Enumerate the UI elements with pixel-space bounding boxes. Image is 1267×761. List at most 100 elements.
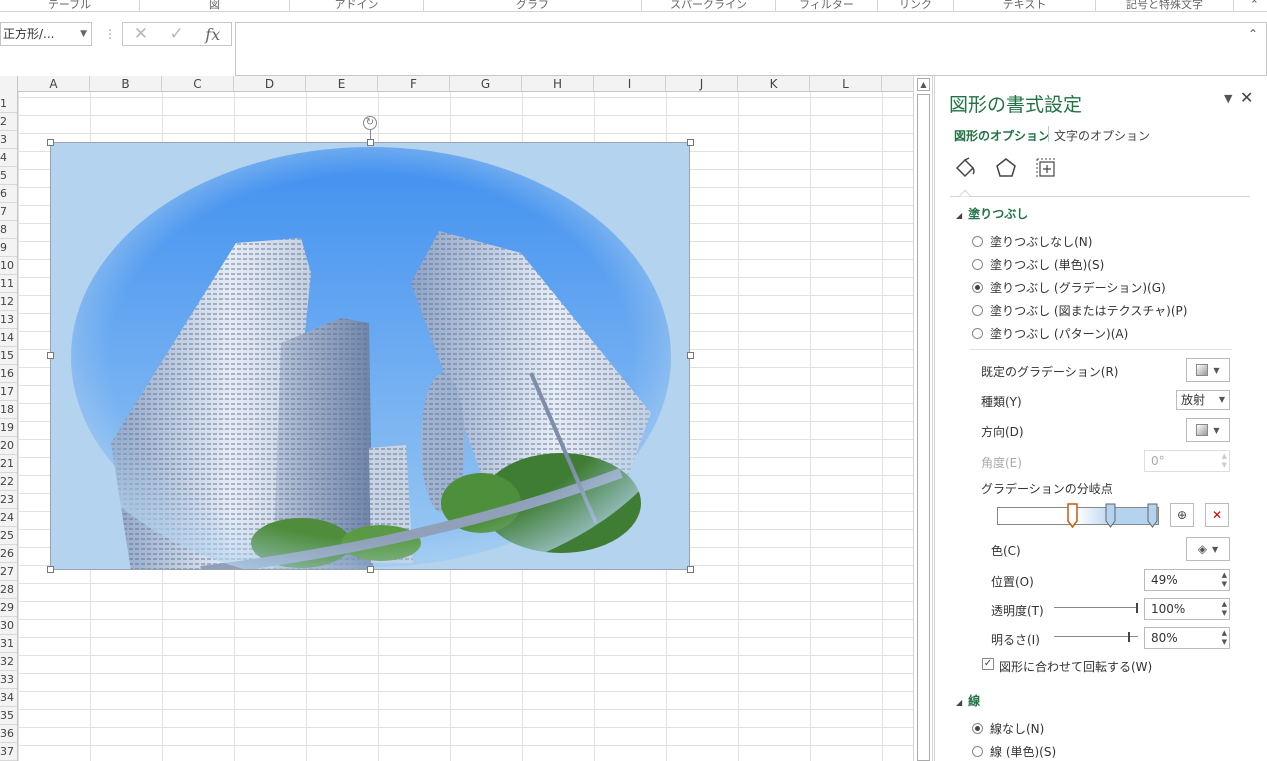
row-header[interactable]: 13 [0, 311, 17, 329]
row-header[interactable]: 17 [0, 383, 17, 401]
radio-button-selected[interactable] [972, 722, 983, 734]
radio-button[interactable] [972, 258, 983, 270]
row-header[interactable]: 34 [0, 689, 17, 707]
column-header[interactable]: I [594, 76, 666, 92]
direction-dropdown[interactable]: ▼ [1186, 418, 1230, 442]
row-header[interactable]: 37 [0, 743, 17, 761]
transparency-slider[interactable] [1054, 603, 1138, 613]
spinner-arrows-icon[interactable]: ▲ ▼ [1222, 629, 1227, 647]
radio-button[interactable] [972, 327, 983, 339]
select-all-corner[interactable] [0, 76, 18, 92]
resize-handle-right[interactable] [687, 352, 694, 359]
row-header[interactable]: 27 [0, 563, 17, 581]
chevron-down-icon[interactable]: ▼ [80, 23, 87, 45]
radio-no-line[interactable]: 線なし(N) [972, 719, 1044, 737]
resize-handle-top[interactable] [367, 139, 374, 146]
row-header[interactable]: 9 [0, 239, 17, 257]
tab-shape-options[interactable]: 図形のオプション [954, 127, 1050, 144]
rotate-handle-icon[interactable]: ↻ [363, 116, 377, 130]
row-header[interactable]: 22 [0, 473, 17, 491]
remove-stop-icon[interactable]: ✕ [1205, 503, 1229, 527]
row-header[interactable]: 12 [0, 293, 17, 311]
transparency-spinner[interactable]: 100% ▲ ▼ [1144, 598, 1230, 620]
add-stop-icon[interactable]: ⊕ [1170, 503, 1194, 527]
row-header[interactable]: 7 [0, 203, 17, 221]
row-header[interactable]: 4 [0, 149, 17, 167]
row-header[interactable]: 21 [0, 455, 17, 473]
resize-handle-top-left[interactable] [47, 139, 54, 146]
row-header[interactable]: 18 [0, 401, 17, 419]
gradient-stop[interactable] [1105, 503, 1116, 528]
spinner-arrows-icon[interactable]: ▲ ▼ [1222, 571, 1227, 589]
gradient-stop[interactable] [1147, 503, 1158, 528]
row-header[interactable]: 29 [0, 599, 17, 617]
row-header[interactable]: 5 [0, 167, 17, 185]
radio-no-fill[interactable]: 塗りつぶしなし(N) [972, 232, 1092, 250]
formula-bar-grip-icon[interactable]: ⋮ [104, 27, 116, 41]
row-header[interactable]: 24 [0, 509, 17, 527]
effects-icon[interactable] [994, 156, 1018, 180]
row-header[interactable]: 10 [0, 257, 17, 275]
fill-section-header[interactable]: ◢ 塗りつぶし [956, 205, 1028, 222]
line-section-header[interactable]: ◢ 線 [956, 692, 980, 709]
name-box[interactable]: 正方形/... ▼ [0, 22, 92, 46]
resize-handle-bottom-left[interactable] [47, 566, 54, 573]
preset-gradient-dropdown[interactable]: ▼ [1186, 358, 1230, 382]
slider-thumb[interactable] [1136, 603, 1138, 613]
radio-picture-fill[interactable]: 塗りつぶし (図またはテクスチャ)(P) [972, 301, 1187, 319]
row-header[interactable]: 25 [0, 527, 17, 545]
column-header[interactable]: J [666, 76, 738, 92]
cancel-icon[interactable]: ✕ [134, 24, 148, 44]
row-header[interactable]: 32 [0, 653, 17, 671]
row-header[interactable]: 20 [0, 437, 17, 455]
resize-handle-bottom[interactable] [367, 566, 374, 573]
vertical-scrollbar[interactable]: ▲ [913, 76, 933, 761]
color-picker-button[interactable]: ◈ ▼ [1186, 537, 1230, 561]
row-header[interactable]: 26 [0, 545, 17, 563]
resize-handle-bottom-right[interactable] [687, 566, 694, 573]
resize-handle-left[interactable] [47, 352, 54, 359]
size-properties-icon[interactable] [1034, 156, 1058, 180]
ribbon-collapse-icon[interactable]: ⌃ [1250, 0, 1259, 11]
formula-input[interactable]: ⌃ [235, 22, 1267, 76]
row-header[interactable]: 1 [0, 95, 17, 113]
radio-button[interactable] [972, 304, 983, 316]
row-header[interactable]: 16 [0, 365, 17, 383]
row-header[interactable]: 19 [0, 419, 17, 437]
column-header[interactable]: H [522, 76, 594, 92]
row-header[interactable]: 23 [0, 491, 17, 509]
row-header[interactable]: 3 [0, 131, 17, 149]
row-header[interactable]: 36 [0, 725, 17, 743]
radio-solid-line[interactable]: 線 (単色)(S) [972, 742, 1056, 760]
radio-button[interactable] [972, 745, 983, 757]
column-header[interactable]: K [738, 76, 810, 92]
column-header[interactable]: C [162, 76, 234, 92]
enter-icon[interactable]: ✓ [170, 24, 184, 44]
resize-handle-top-right[interactable] [687, 139, 694, 146]
row-header[interactable]: 14 [0, 329, 17, 347]
type-select[interactable]: 放射 ▼ [1176, 390, 1230, 410]
row-header[interactable]: 28 [0, 581, 17, 599]
row-header[interactable]: 31 [0, 635, 17, 653]
row-header[interactable]: 8 [0, 221, 17, 239]
spinner-arrows-icon[interactable]: ▲ ▼ [1222, 600, 1227, 618]
radio-button[interactable] [972, 235, 983, 247]
row-header[interactable]: 33 [0, 671, 17, 689]
radio-button-selected[interactable] [972, 281, 983, 293]
column-header[interactable]: D [234, 76, 306, 92]
pane-options-icon[interactable]: ▼ [1224, 92, 1232, 105]
fill-line-icon[interactable] [953, 156, 977, 180]
scrollbar-thumb[interactable] [917, 94, 930, 761]
expand-formula-icon[interactable]: ⌃ [1248, 27, 1258, 41]
close-icon[interactable]: ✕ [1240, 88, 1253, 107]
slider-thumb[interactable] [1128, 632, 1130, 642]
row-header[interactable]: 30 [0, 617, 17, 635]
gradient-stop-selected[interactable] [1067, 503, 1078, 528]
position-spinner[interactable]: 49% ▲ ▼ [1144, 569, 1230, 591]
radio-pattern-fill[interactable]: 塗りつぶし (パターン)(A) [972, 324, 1128, 342]
scroll-up-icon[interactable]: ▲ [917, 78, 930, 91]
brightness-slider[interactable] [1054, 632, 1138, 642]
gradient-stops-bar[interactable] [997, 507, 1159, 525]
column-header[interactable]: E [306, 76, 378, 92]
row-header[interactable]: 35 [0, 707, 17, 725]
